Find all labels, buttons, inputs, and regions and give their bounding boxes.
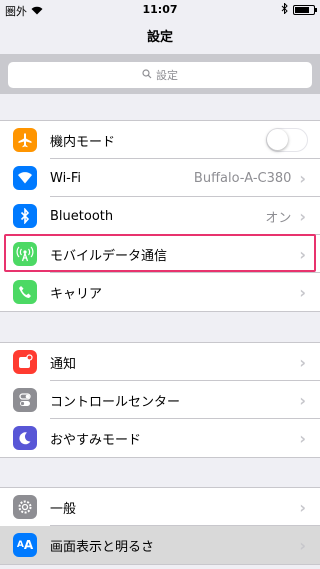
status-bar: 圏外 11:07 [0,0,320,20]
bluetooth-icon [13,204,37,228]
wifi-network-value: Buffalo-A-C380 [193,170,292,186]
page-title: 設定 [146,30,173,45]
row-label: おやすみモード [50,432,142,448]
airplane-mode-toggle[interactable] [266,128,308,152]
chevron-right-icon: › [299,244,306,264]
row-general[interactable]: 一般 › [0,488,320,526]
chevron-right-icon: › [299,390,306,410]
row-do-not-disturb[interactable]: おやすみモード › [0,419,320,457]
row-carrier[interactable]: キャリア › [0,273,320,311]
search-icon [142,68,152,82]
settings-group-notifications: 通知 › コントロールセンター › おやすみモード › [0,342,320,458]
row-cellular-data[interactable]: モバイルデータ通信 › [0,235,320,273]
airplane-icon [13,128,37,152]
row-label: モバイルデータ通信 [50,248,168,264]
row-label: キャリア [50,286,103,302]
row-wifi[interactable]: Wi-Fi Buffalo-A-C380 › [0,159,320,197]
row-label: 機内モード [50,134,116,150]
row-label: Bluetooth [50,208,114,224]
chevron-right-icon: › [299,206,306,226]
moon-icon [13,426,37,450]
status-right [281,2,317,17]
row-airplane-mode[interactable]: 機内モード [0,121,320,159]
row-label: Wi-Fi [50,170,82,186]
row-display-brightness[interactable]: AA 画面表示と明るさ › [0,526,320,564]
settings-group-connectivity: 機内モード Wi-Fi Buffalo-A-C380 › Bluetooth オ… [0,120,320,312]
row-label: 通知 [50,356,77,372]
row-control-center[interactable]: コントロールセンター › [0,381,320,419]
chevron-right-icon: › [299,282,306,302]
search-placeholder: 設定 [156,69,178,82]
search-area: 設定 [0,54,320,94]
cellular-antenna-icon [13,242,37,266]
row-label: 一般 [50,501,77,517]
battery-icon [293,5,317,15]
bluetooth-status-icon [281,2,288,17]
row-label: コントロールセンター [50,394,181,410]
row-label: 画面表示と明るさ [50,539,155,555]
chevron-right-icon: › [299,535,306,555]
settings-group-general: 一般 › AA 画面表示と明るさ › [0,487,320,565]
text-size-icon: AA [13,533,37,557]
gear-icon [13,495,37,519]
chevron-right-icon: › [299,497,306,517]
notifications-icon [13,350,37,374]
row-bluetooth[interactable]: Bluetooth オン › [0,197,320,235]
control-center-icon [13,388,37,412]
status-time: 11:07 [142,3,178,16]
chevron-right-icon: › [299,428,306,448]
search-field[interactable]: 設定 [8,62,312,88]
phone-icon [13,280,37,304]
row-notifications[interactable]: 通知 › [0,343,320,381]
bluetooth-status-value: オン [265,210,292,226]
wifi-icon [13,166,37,190]
chevron-right-icon: › [299,168,306,188]
chevron-right-icon: › [299,352,306,372]
